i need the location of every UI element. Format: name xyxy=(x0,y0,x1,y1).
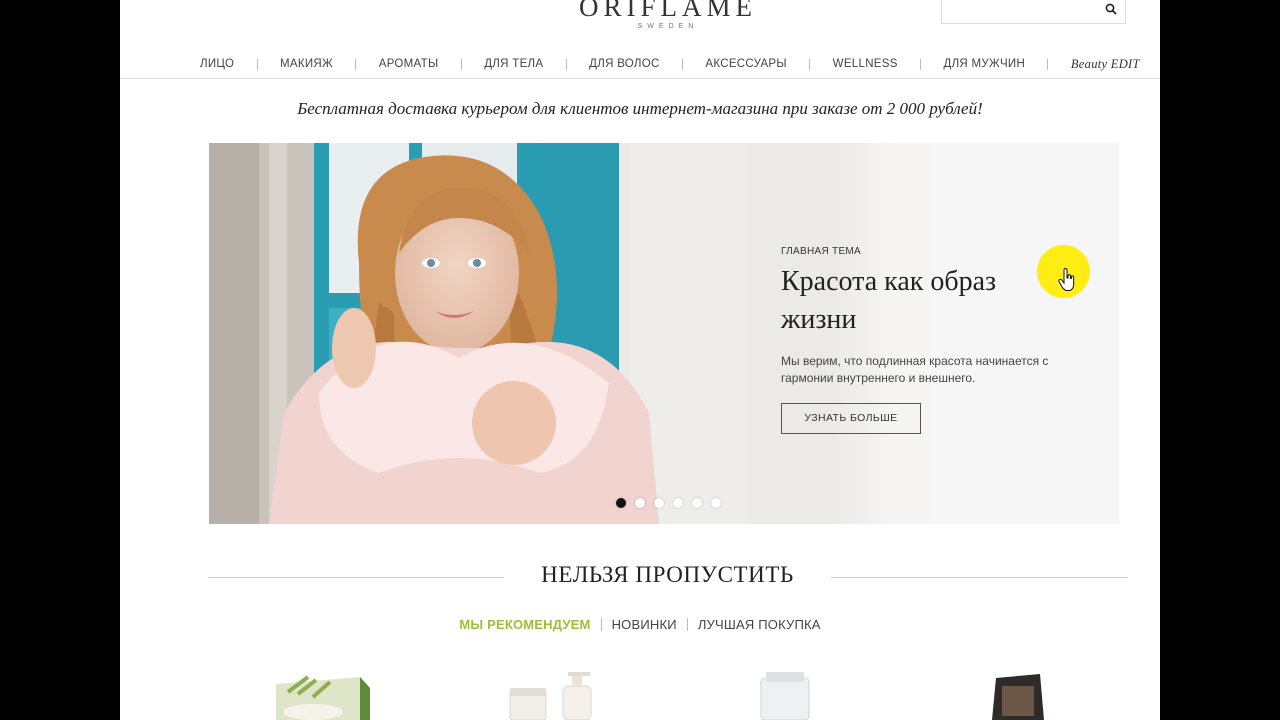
carousel-dot[interactable] xyxy=(635,498,645,508)
search-icon[interactable] xyxy=(1105,3,1117,15)
nav-divider xyxy=(1047,58,1049,70)
nav-divider xyxy=(809,58,811,70)
carousel-dots xyxy=(616,498,721,508)
product-image-wellness[interactable] xyxy=(268,672,372,720)
oriflame-logo[interactable]: ORIFLAME SWEDEN xyxy=(572,0,764,31)
nav-item-men[interactable]: ДЛЯ МУЖЧИН xyxy=(944,58,1026,70)
carousel-dot[interactable] xyxy=(673,498,683,508)
nav-divider xyxy=(355,58,357,70)
hand-cursor-icon xyxy=(1058,268,1075,291)
product-image-body-care[interactable] xyxy=(508,672,596,720)
product-image-bottle[interactable] xyxy=(758,672,812,720)
section-heading: НЕЛЬЗЯ ПРОПУСТИТЬ xyxy=(541,562,794,587)
tab-best-buy[interactable]: ЛУЧШАЯ ПОКУПКА xyxy=(698,617,821,632)
search-input[interactable] xyxy=(948,1,1102,19)
nav-item-accessories[interactable]: АКСЕССУАРЫ xyxy=(705,58,787,70)
product-image-eyeshadow[interactable] xyxy=(990,672,1046,720)
page: ORIFLAME SWEDEN ЛИЦО МАКИЯЖ АРОМАТЫ ДЛЯ … xyxy=(120,0,1160,720)
hero-description: Мы верим, что подлинная красота начинает… xyxy=(781,354,1049,385)
carousel-dot[interactable] xyxy=(692,498,702,508)
logo-subtitle: SWEDEN xyxy=(637,23,699,30)
main-nav: ЛИЦО МАКИЯЖ АРОМАТЫ ДЛЯ ТЕЛА ДЛЯ ВОЛОС А… xyxy=(200,55,1140,73)
carousel-dot[interactable] xyxy=(711,498,721,508)
nav-item-fragrance[interactable]: АРОМАТЫ xyxy=(379,58,439,70)
hero-carousel[interactable]: ГЛАВНАЯ ТЕМА Красота как образ жизни Мы … xyxy=(209,143,1119,524)
nav-item-hair[interactable]: ДЛЯ ВОЛОС xyxy=(589,58,659,70)
nav-divider xyxy=(920,58,922,70)
tab-divider xyxy=(600,618,602,631)
carousel-dot[interactable] xyxy=(616,498,626,508)
nav-item-body[interactable]: ДЛЯ ТЕЛА xyxy=(484,58,543,70)
section-line-right xyxy=(831,577,1128,578)
product-tabs: МЫ РЕКОМЕНДУЕМ НОВИНКИ ЛУЧШАЯ ПОКУПКА xyxy=(120,617,1160,632)
search-box[interactable] xyxy=(941,0,1126,24)
nav-divider xyxy=(460,58,462,70)
logo-name: ORIFLAME xyxy=(578,0,757,22)
nav-item-face[interactable]: ЛИЦО xyxy=(200,58,234,70)
nav-divider xyxy=(256,58,258,70)
nav-item-wellness[interactable]: WELLNESS xyxy=(833,58,898,70)
hero-title: Красота как образ жизни xyxy=(781,266,997,335)
tab-recommended[interactable]: МЫ РЕКОМЕНДУЕМ xyxy=(459,617,590,632)
section-line-left xyxy=(208,577,504,578)
nav-divider xyxy=(565,58,567,70)
tab-new[interactable]: НОВИНКИ xyxy=(612,617,677,632)
nav-item-makeup[interactable]: МАКИЯЖ xyxy=(280,58,333,70)
tab-divider xyxy=(686,618,688,631)
section-header: НЕЛЬЗЯ ПРОПУСТИТЬ xyxy=(208,562,1128,592)
nav-item-beauty-edit[interactable]: Beauty EDIT xyxy=(1071,57,1140,72)
nav-divider xyxy=(681,58,683,70)
delivery-promo-banner[interactable]: Бесплатная доставка курьером для клиенто… xyxy=(120,99,1160,119)
nav-divider-line xyxy=(120,78,1160,79)
carousel-dot[interactable] xyxy=(654,498,664,508)
learn-more-button[interactable]: УЗНАТЬ БОЛЬШЕ xyxy=(781,403,921,434)
